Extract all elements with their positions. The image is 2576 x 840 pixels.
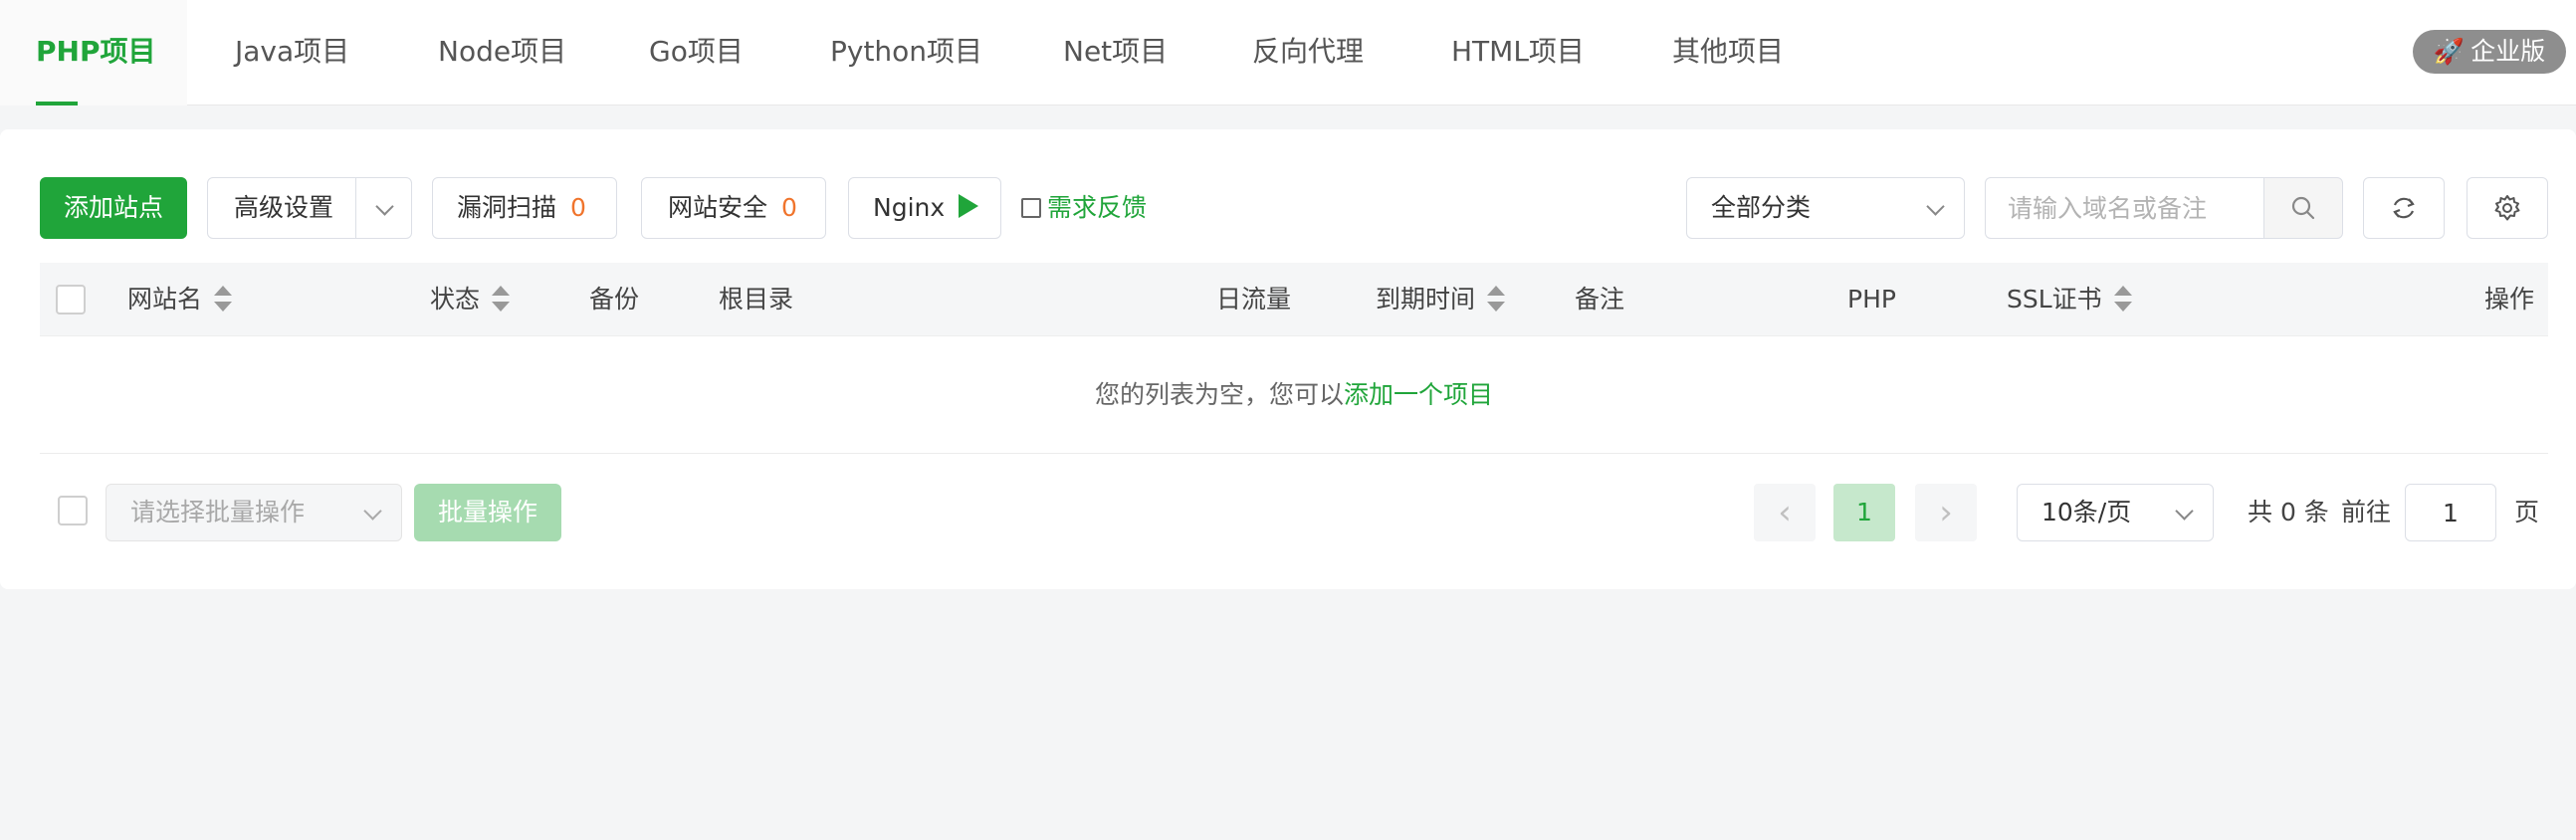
batch-operation-select[interactable]: 请选择批量操作 — [106, 484, 402, 541]
vuln-count-badge: 0 — [570, 193, 586, 222]
page-unit-label: 页 — [2514, 498, 2540, 526]
enterprise-badge-button[interactable]: 🚀 企业版 — [2413, 30, 2566, 74]
sort-icon[interactable] — [2113, 286, 2132, 312]
table-header: 网站名 状态 备份 根目录 日流量 到期时间 备注 PHP SSL证书 操作 — [40, 263, 2548, 336]
feedback-link[interactable]: 需求反馈 — [1021, 177, 1147, 239]
split-divider — [355, 178, 356, 238]
project-tab-bar: PHP项目 Java项目 Node项目 Go项目 Python项目 Net项目 … — [0, 0, 2576, 105]
column-php: PHP — [1847, 285, 1896, 314]
page-size-select[interactable]: 10条/页 — [2017, 484, 2214, 541]
rocket-icon: 🚀 — [2433, 37, 2466, 66]
column-expiry: 到期时间 — [1376, 263, 1506, 336]
batch-operation-button[interactable]: 批量操作 — [414, 484, 561, 541]
sort-icon[interactable] — [1487, 286, 1506, 312]
column-label: 到期时间 — [1376, 285, 1476, 314]
batch-placeholder: 请选择批量操作 — [130, 498, 306, 526]
sort-icon[interactable] — [214, 286, 233, 312]
security-count-badge: 0 — [781, 193, 797, 222]
column-root-dir: 根目录 — [719, 285, 794, 314]
column-actions: 操作 — [2484, 285, 2535, 314]
empty-text: 您的列表为空，您可以 — [1094, 380, 1344, 409]
settings-button[interactable] — [2467, 177, 2548, 239]
tab-go[interactable]: Go项目 — [649, 0, 744, 105]
column-status: 状态 — [430, 263, 511, 336]
column-backup: 备份 — [589, 285, 640, 314]
chevron-down-icon — [1926, 197, 1945, 216]
advanced-settings-dropdown[interactable]: 高级设置 — [207, 177, 412, 239]
edit-icon — [1021, 198, 1041, 218]
enterprise-label: 企业版 — [2470, 37, 2546, 66]
site-security-label: 网站安全 — [668, 193, 768, 222]
tab-net[interactable]: Net项目 — [1063, 0, 1168, 105]
play-icon — [959, 194, 979, 218]
goto-page-input[interactable] — [2405, 484, 2496, 541]
select-all-checkbox[interactable] — [56, 285, 86, 315]
refresh-button[interactable] — [2363, 177, 2445, 239]
vuln-scan-button[interactable]: 漏洞扫描 0 — [432, 177, 617, 239]
column-label: SSL证书 — [2007, 285, 2102, 314]
search-input[interactable] — [1985, 177, 2263, 239]
tab-java[interactable]: Java项目 — [235, 0, 349, 105]
category-value: 全部分类 — [1711, 193, 1812, 222]
goto-label: 前往 — [2341, 498, 2392, 526]
column-label: 网站名 — [127, 285, 203, 314]
tab-node[interactable]: Node项目 — [438, 0, 566, 105]
feedback-label: 需求反馈 — [1047, 193, 1148, 222]
next-page-button[interactable]: › — [1915, 484, 1977, 541]
nginx-button[interactable]: Nginx — [848, 177, 1001, 239]
column-remark: 备注 — [1575, 285, 1625, 314]
refresh-icon — [2393, 197, 2415, 219]
empty-table-message: 您的列表为空，您可以添加一个项目 — [40, 336, 2548, 454]
column-site-name: 网站名 — [127, 263, 233, 336]
column-ssl: SSL证书 — [2007, 263, 2132, 336]
site-security-button[interactable]: 网站安全 0 — [641, 177, 826, 239]
total-count: 共 0 条 — [2248, 498, 2329, 526]
chevron-down-icon — [375, 197, 394, 216]
chevron-down-icon — [2175, 502, 2194, 521]
add-site-button[interactable]: 添加站点 — [40, 177, 187, 239]
add-project-link[interactable]: 添加一个项目 — [1344, 380, 1493, 409]
gear-icon — [2494, 195, 2520, 221]
column-label: 状态 — [430, 285, 481, 314]
category-select[interactable]: 全部分类 — [1686, 177, 1965, 239]
column-daily-traffic: 日流量 — [1216, 285, 1292, 314]
tab-html[interactable]: HTML项目 — [1451, 0, 1585, 105]
advanced-settings-label: 高级设置 — [234, 193, 334, 222]
tab-python[interactable]: Python项目 — [830, 0, 982, 105]
sort-icon[interactable] — [492, 286, 511, 312]
page-number-current[interactable]: 1 — [1833, 484, 1895, 541]
footer-select-all-checkbox[interactable] — [58, 496, 88, 525]
page-size-value: 10条/页 — [2041, 498, 2132, 526]
tab-php[interactable]: PHP项目 — [0, 0, 187, 105]
nginx-label: Nginx — [873, 193, 946, 222]
vuln-scan-label: 漏洞扫描 — [457, 193, 557, 222]
tab-other[interactable]: 其他项目 — [1672, 0, 1784, 105]
search-icon — [2291, 196, 2315, 220]
search-button[interactable] — [2263, 177, 2343, 239]
prev-page-button[interactable]: ‹ — [1754, 484, 1816, 541]
chevron-down-icon — [363, 502, 382, 521]
tab-reverse-proxy[interactable]: 反向代理 — [1252, 0, 1364, 105]
